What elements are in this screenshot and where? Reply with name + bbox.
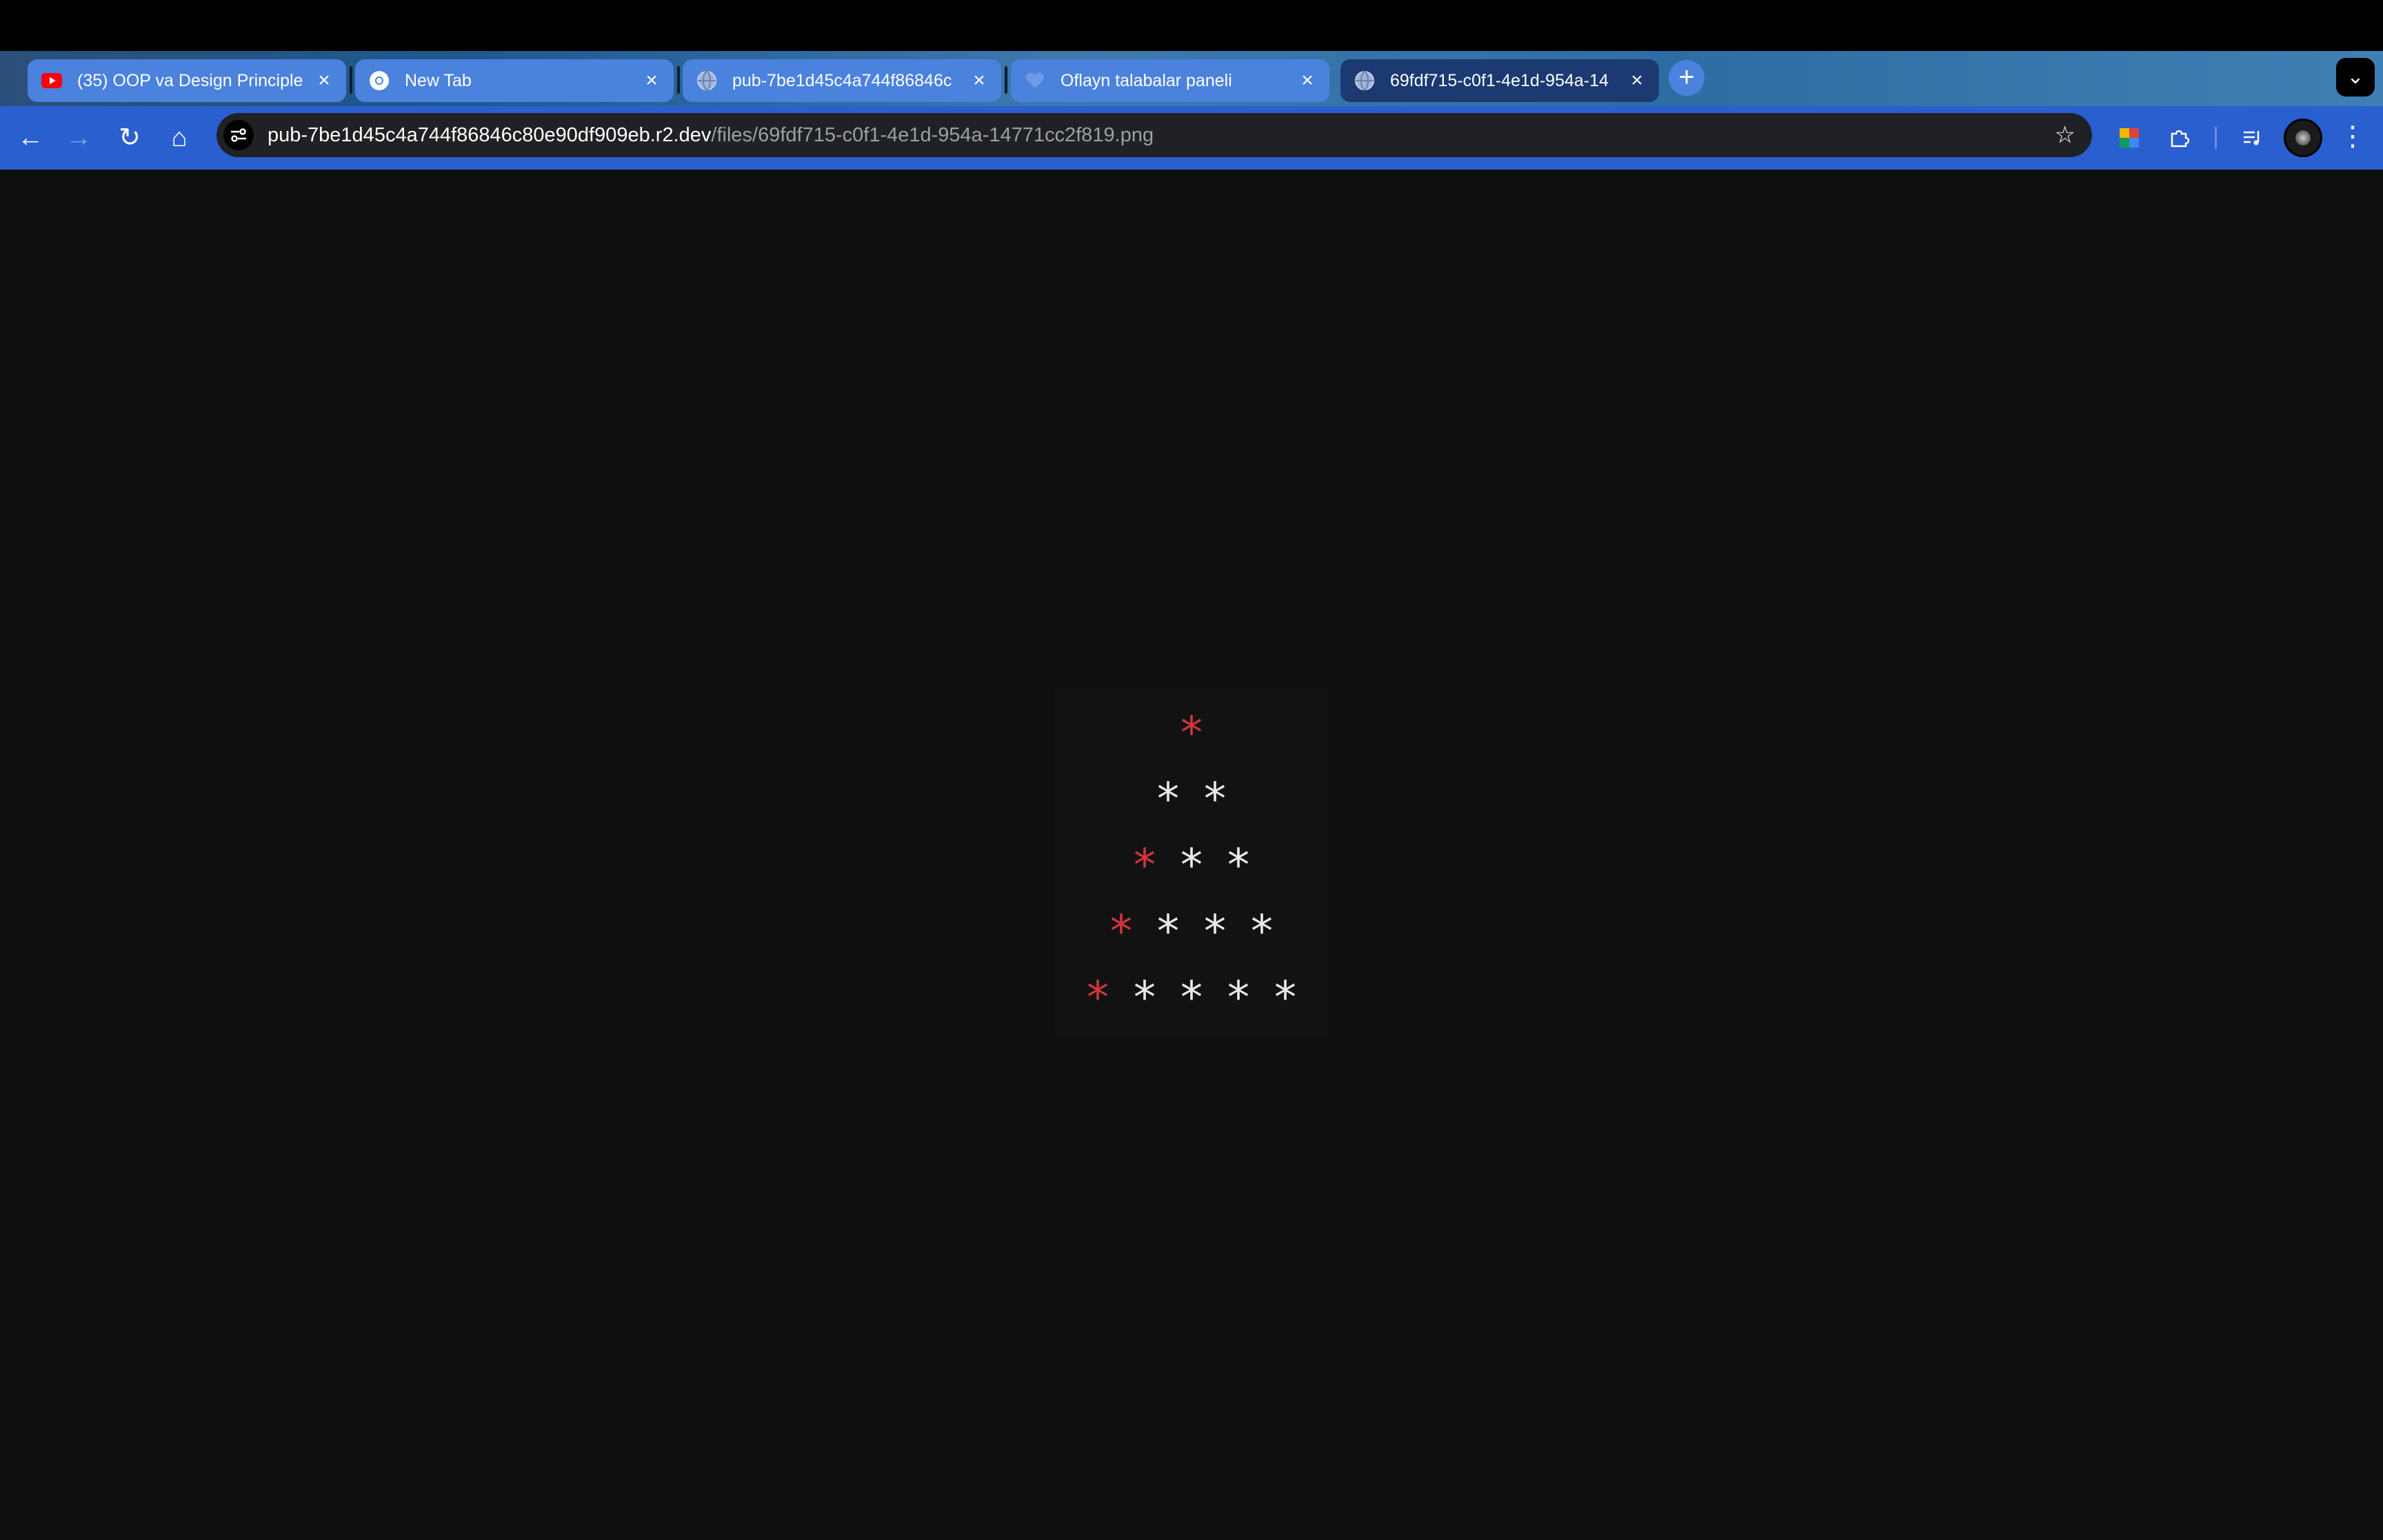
youtube-icon [41, 70, 62, 91]
tab-title: Oflayn talabalar paneli [1060, 70, 1232, 90]
toolbar-divider [2215, 127, 2217, 149]
chrome-icon [369, 70, 390, 91]
heart-icon [1025, 70, 1045, 91]
displayed-image: * * * * * * * * * * * * * * * [1055, 688, 1328, 1035]
globe-icon [696, 70, 717, 91]
asterisk-white: * [1201, 774, 1229, 825]
tab-title: pub-7be1d45c4a744f86846c [732, 70, 952, 90]
asterisk-red: * [1131, 840, 1158, 891]
home-button[interactable]: ⌂ [159, 106, 200, 170]
asterisk-white: * [1131, 973, 1158, 1024]
close-icon[interactable]: × [968, 69, 990, 92]
menu-bar-area [0, 0, 2383, 51]
tab-search-button[interactable]: ⌄ [2336, 58, 2375, 97]
tab-oflayn[interactable]: Oflayn talabalar paneli × [1011, 59, 1329, 102]
tab-title: (35) OOP va Design Principle [77, 70, 303, 90]
close-icon[interactable]: × [313, 69, 335, 92]
pyramid-row-1: * [1055, 711, 1328, 756]
close-icon[interactable]: × [1296, 69, 1318, 92]
asterisk-white: * [1201, 906, 1229, 958]
asterisk-white: * [1225, 840, 1252, 891]
asterisk-white: * [1225, 973, 1252, 1024]
asterisk-white: * [1178, 840, 1205, 891]
reload-button[interactable]: ↻ [109, 106, 150, 170]
asterisk-white: * [1178, 973, 1205, 1024]
url-path: /files/69fdf715-c0f1-4e1d-954a-14771cc2f… [711, 123, 1154, 146]
close-icon[interactable]: × [641, 69, 663, 92]
image-viewer: * * * * * * * * * * * * * * * [0, 170, 2383, 1540]
tab-youtube[interactable]: (35) OOP va Design Principle × [28, 59, 346, 102]
asterisk-white: * [1271, 973, 1299, 1024]
tab-separator [350, 66, 352, 94]
pyramid-row-5: * * * * * [1055, 976, 1328, 1020]
asterisk-white: * [1154, 906, 1182, 958]
profile-avatar[interactable] [2284, 119, 2322, 157]
asterisk-white: * [1154, 774, 1182, 825]
tab-new-tab[interactable]: New Tab × [355, 59, 674, 102]
forward-button[interactable]: → [58, 106, 99, 170]
asterisk-white: * [1248, 906, 1276, 958]
tab-active-image[interactable]: 69fdf715-c0f1-4e1d-954a-14 × [1340, 59, 1659, 102]
bookmark-star-icon[interactable]: ☆ [2055, 117, 2075, 153]
browser-toolbar: ← → ↻ ⌂ pub-7be1d45c4a744f86846c80e90df9… [0, 106, 2383, 170]
extension-colorful-icon[interactable] [2109, 117, 2150, 159]
asterisk-red: * [1107, 906, 1135, 958]
browser-menu-icon[interactable]: ⋮ [2339, 106, 2366, 170]
pyramid-row-4: * * * * [1055, 910, 1328, 954]
asterisk-red: * [1084, 973, 1112, 1024]
url-text: pub-7be1d45c4a744f86846c80e90df909eb.r2.… [268, 124, 1154, 147]
address-bar[interactable]: pub-7be1d45c4a744f86846c80e90df909eb.r2.… [217, 113, 2092, 157]
globe-icon [1354, 70, 1375, 91]
close-icon[interactable]: × [1626, 69, 1648, 92]
pyramid-row-2: * * [1055, 778, 1328, 822]
url-host: pub-7be1d45c4a744f86846c80e90df909eb.r2.… [268, 123, 712, 146]
tab-separator [677, 66, 680, 94]
site-info-icon[interactable] [223, 120, 254, 150]
back-button[interactable]: ← [10, 106, 51, 170]
asterisk-red: * [1178, 708, 1205, 759]
tab-pub-file[interactable]: pub-7be1d45c4a744f86846c × [683, 59, 1001, 102]
media-controls-icon[interactable] [2231, 117, 2273, 159]
new-tab-button[interactable]: + [1669, 60, 1705, 96]
tab-title: New Tab [405, 70, 472, 90]
tab-title: 69fdf715-c0f1-4e1d-954a-14 [1390, 70, 1609, 90]
tab-separator [1005, 66, 1007, 94]
pyramid-row-3: * * * [1055, 844, 1328, 888]
extensions-puzzle-icon[interactable] [2158, 117, 2200, 159]
tab-strip: (35) OOP va Design Principle × New Tab ×… [0, 51, 2383, 106]
